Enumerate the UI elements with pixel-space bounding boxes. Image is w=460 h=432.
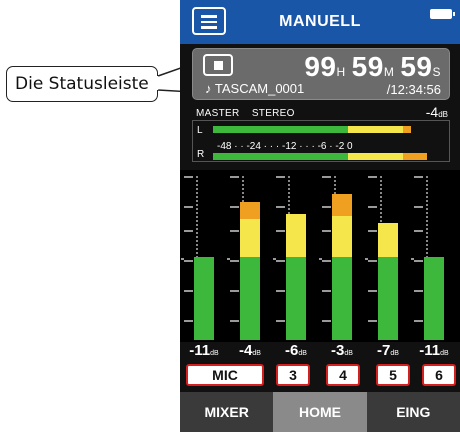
meter-tick <box>276 290 285 292</box>
meter-tick <box>322 176 331 178</box>
meter-tick <box>184 290 193 292</box>
battery-icon <box>430 9 455 19</box>
meter-tick <box>414 320 423 322</box>
channel-meter <box>273 170 316 342</box>
meter-center-mark <box>181 258 184 260</box>
meter-tick <box>322 290 331 292</box>
meter-tick <box>414 290 423 292</box>
meter-tick <box>368 176 377 178</box>
meter-tick <box>414 260 423 262</box>
meter-tick <box>322 230 331 232</box>
stop-icon <box>203 54 233 76</box>
channel-level-readout: -3dB <box>331 342 353 359</box>
meter-tick <box>414 230 423 232</box>
channel-level-readout: -4dB <box>239 342 261 359</box>
meter-tick <box>276 260 285 262</box>
channel-meter <box>181 170 224 342</box>
meter-center-mark <box>273 258 276 260</box>
total-time: /12:34:56 <box>386 82 441 97</box>
meter-tick <box>322 206 331 208</box>
remaining-time: 99H 59M 59S <box>304 51 441 82</box>
meter-tick <box>322 260 331 262</box>
master-channel-r: R <box>197 149 205 160</box>
channel-level-readout: -11dB <box>419 342 449 359</box>
meter-tick <box>368 260 377 262</box>
channel-levels: -11dB -4dB -6dB -3dB -7dB -11dB <box>180 342 460 362</box>
meter-tick <box>368 290 377 292</box>
meter-tick <box>276 230 285 232</box>
recorder-screen: MANUELL ♪ TASCAM_0001 99H 59M 59S /12:34:5… <box>180 0 460 432</box>
master-meter: L -48 · · -24 · · · -12 · · · -6 · -2 0 … <box>192 120 450 162</box>
meter-tick <box>184 320 193 322</box>
channel-button-6[interactable]: 6 <box>422 364 456 386</box>
meter-tick <box>368 206 377 208</box>
channel-level-bar <box>378 223 398 340</box>
channel-button-mic[interactable]: MIC <box>186 364 264 386</box>
tab-mixer[interactable]: MIXER <box>180 392 274 432</box>
channel-level-bar <box>332 194 352 340</box>
bottom-tabs: MIXER HOME EING <box>180 392 460 432</box>
tab-eing[interactable]: EING <box>366 392 460 432</box>
statusbar-callout: Die Statusleiste <box>6 66 158 102</box>
channel-level-readout: -11dB <box>189 342 219 359</box>
channel-level-bar <box>240 202 260 340</box>
meter-tick <box>368 230 377 232</box>
meter-tick <box>184 176 193 178</box>
meter-center-mark <box>411 258 414 260</box>
channel-meter <box>227 170 270 342</box>
music-note-icon: ♪ <box>205 81 215 96</box>
channel-meter <box>365 170 408 342</box>
meter-tick <box>276 320 285 322</box>
meter-tick <box>184 206 193 208</box>
master-label: MASTER STEREO <box>196 108 295 119</box>
master-meter-l <box>213 126 411 133</box>
meter-tick <box>184 230 193 232</box>
meter-tick <box>414 176 423 178</box>
tab-home[interactable]: HOME <box>273 392 367 432</box>
status-bar: ♪ TASCAM_0001 99H 59M 59S /12:34:56 <box>192 48 450 100</box>
callout-label: Die Statusleiste <box>15 74 149 94</box>
title-bar: MANUELL <box>180 0 460 44</box>
channel-level-bar <box>286 214 306 340</box>
channel-meters <box>180 170 460 342</box>
meter-center-mark <box>365 258 368 260</box>
channel-meter <box>411 170 454 342</box>
channel-meter <box>319 170 362 342</box>
channel-button-4[interactable]: 4 <box>326 364 360 386</box>
master-scale: -48 · · -24 · · · -12 · · · -6 · -2 0 <box>217 141 353 152</box>
meter-tick <box>230 230 239 232</box>
meter-tick <box>230 260 239 262</box>
meter-tick <box>276 176 285 178</box>
meter-tick <box>230 290 239 292</box>
channel-button-5[interactable]: 5 <box>376 364 410 386</box>
channel-button-3[interactable]: 3 <box>276 364 310 386</box>
meter-tick <box>414 206 423 208</box>
meter-center-mark <box>227 258 230 260</box>
channel-level-bar <box>424 257 444 340</box>
meter-tick <box>276 206 285 208</box>
meter-center-mark <box>319 258 322 260</box>
screen-title: MANUELL <box>279 13 361 30</box>
master-channel-l: L <box>197 125 203 136</box>
meter-tick <box>230 206 239 208</box>
meter-tick <box>322 320 331 322</box>
master-meter-r <box>213 153 427 160</box>
meter-tick <box>184 260 193 262</box>
file-name: ♪ TASCAM_0001 <box>205 81 305 96</box>
meter-tick <box>230 320 239 322</box>
channel-level-readout: -6dB <box>285 342 307 359</box>
meter-tick <box>368 320 377 322</box>
channel-level-readout: -7dB <box>377 342 399 359</box>
channel-level-bar <box>194 257 214 340</box>
channel-buttons: MIC 3 4 5 6 <box>180 364 460 390</box>
master-level: -4dB <box>425 104 448 120</box>
meter-tick <box>230 176 239 178</box>
